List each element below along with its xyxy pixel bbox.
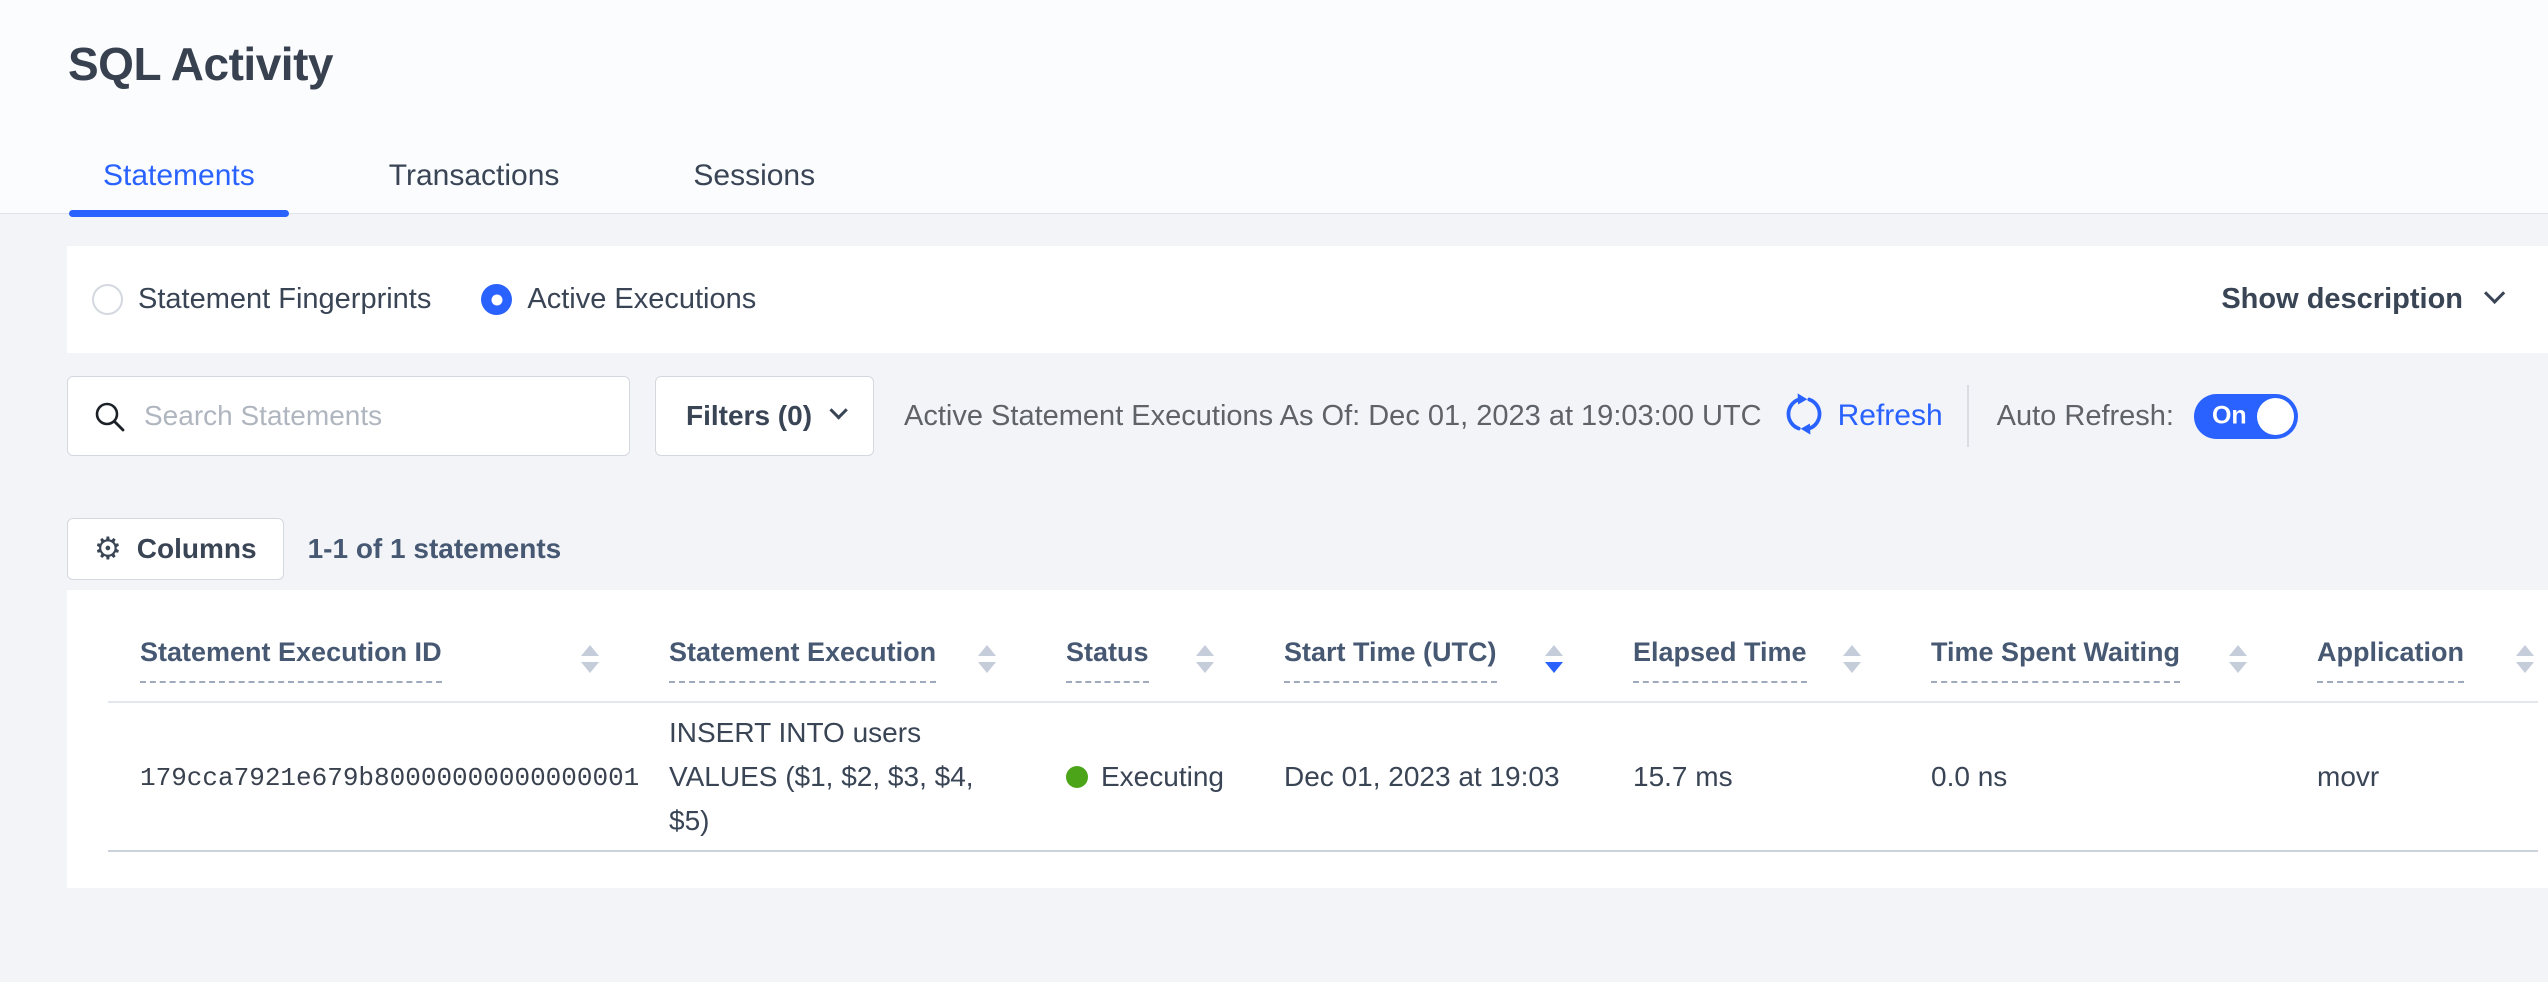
radio-statement-fingerprints[interactable]: Statement Fingerprints bbox=[92, 283, 431, 316]
page-title: SQL Activity bbox=[68, 37, 2548, 91]
columns-label: Columns bbox=[137, 533, 257, 565]
status-label: Executing bbox=[1101, 761, 1224, 793]
cell-start-time: Dec 01, 2023 at 19:03 bbox=[1252, 702, 1601, 851]
radio-label: Statement Fingerprints bbox=[138, 283, 431, 316]
filters-button[interactable]: Filters (0) bbox=[655, 376, 874, 456]
col-header-label[interactable]: Statement Execution bbox=[669, 637, 936, 683]
sort-arrows-icon[interactable] bbox=[2516, 645, 2534, 673]
sort-arrows-icon[interactable] bbox=[2229, 645, 2247, 673]
radio-label: Active Executions bbox=[527, 283, 756, 316]
table-header-row: Statement Execution ID Statement Executi… bbox=[108, 590, 2538, 702]
statement-text: INSERT INTO users VALUES ($1, $2, $3, $4… bbox=[669, 711, 1034, 843]
result-count: 1-1 of 1 statements bbox=[308, 533, 562, 565]
search-box bbox=[67, 376, 630, 456]
vertical-divider bbox=[1967, 385, 1969, 447]
refresh-button[interactable]: Refresh bbox=[1782, 392, 1943, 441]
sort-arrows-icon[interactable] bbox=[1196, 645, 1214, 673]
auto-refresh-toggle[interactable]: On bbox=[2194, 394, 2298, 439]
cell-statement: INSERT INTO users VALUES ($1, $2, $3, $4… bbox=[637, 702, 1034, 851]
cell-time-spent-waiting: 0.0 ns bbox=[1899, 702, 2285, 851]
tab-bar: Statements Transactions Sessions bbox=[69, 159, 2548, 213]
col-header-label[interactable]: Time Spent Waiting bbox=[1931, 637, 2180, 683]
col-header-elapsed-time: Elapsed Time bbox=[1601, 590, 1899, 702]
toggle-state-label: On bbox=[2212, 402, 2247, 431]
col-header-label[interactable]: Application bbox=[2317, 637, 2464, 683]
col-header-label[interactable]: Start Time (UTC) bbox=[1284, 637, 1497, 683]
table-row: 179cca7921e679b80000000000000001 INSERT … bbox=[108, 702, 2538, 851]
view-mode-panel: Statement Fingerprints Active Executions… bbox=[67, 246, 2548, 353]
cell-execution-id: 179cca7921e679b80000000000000001 bbox=[108, 702, 637, 851]
radio-circle-icon bbox=[92, 284, 123, 315]
sort-arrows-icon[interactable] bbox=[978, 645, 996, 673]
controls-row: Filters (0) Active Statement Executions … bbox=[67, 376, 2548, 456]
sort-arrows-icon[interactable] bbox=[581, 645, 599, 673]
columns-button[interactable]: ⚙ Columns bbox=[67, 518, 284, 580]
show-description-label: Show description bbox=[2221, 283, 2463, 316]
chevron-down-icon bbox=[829, 401, 847, 419]
col-header-label[interactable]: Status bbox=[1066, 637, 1149, 683]
radio-circle-icon bbox=[481, 284, 512, 315]
col-header-label[interactable]: Elapsed Time bbox=[1633, 637, 1807, 683]
filters-label: Filters (0) bbox=[686, 400, 812, 432]
chevron-down-icon bbox=[2484, 283, 2505, 304]
col-header-time-spent-waiting: Time Spent Waiting bbox=[1899, 590, 2285, 702]
sort-arrows-icon[interactable] bbox=[1545, 645, 1563, 673]
show-description-toggle[interactable]: Show description bbox=[2221, 283, 2500, 316]
col-header-start-time: Start Time (UTC) bbox=[1252, 590, 1601, 702]
search-icon bbox=[93, 400, 127, 439]
tab-transactions[interactable]: Transactions bbox=[355, 159, 594, 213]
cell-application: movr bbox=[2285, 702, 2538, 851]
col-header-label[interactable]: Statement Execution ID bbox=[140, 637, 442, 683]
status-dot-icon bbox=[1066, 766, 1088, 788]
statements-table-panel: Statement Execution ID Statement Executi… bbox=[67, 590, 2548, 888]
auto-refresh-label: Auto Refresh: bbox=[1997, 400, 2174, 433]
col-header-statement-execution-id: Statement Execution ID bbox=[108, 590, 637, 702]
toggle-knob bbox=[2257, 398, 2294, 435]
sort-arrows-icon[interactable] bbox=[1843, 645, 1861, 673]
as-of-status-text: Active Statement Executions As Of: Dec 0… bbox=[904, 400, 1762, 433]
refresh-label: Refresh bbox=[1838, 399, 1943, 433]
tab-sessions[interactable]: Sessions bbox=[659, 159, 849, 213]
refresh-icon bbox=[1782, 392, 1826, 441]
col-header-status: Status bbox=[1034, 590, 1252, 702]
tab-statements[interactable]: Statements bbox=[69, 159, 289, 213]
radio-active-executions[interactable]: Active Executions bbox=[481, 283, 756, 316]
cell-status: Executing bbox=[1034, 702, 1252, 851]
columns-toolbar: ⚙ Columns 1-1 of 1 statements bbox=[67, 518, 2548, 580]
search-input[interactable] bbox=[67, 376, 630, 456]
col-header-statement-execution: Statement Execution bbox=[637, 590, 1034, 702]
col-header-application: Application bbox=[2285, 590, 2538, 702]
statements-table: Statement Execution ID Statement Executi… bbox=[108, 590, 2538, 852]
cell-elapsed-time: 15.7 ms bbox=[1601, 702, 1899, 851]
execution-id-link[interactable]: 179cca7921e679b80000000000000001 bbox=[140, 763, 639, 793]
page-header: SQL Activity Statements Transactions Ses… bbox=[0, 0, 2548, 214]
gear-icon: ⚙ bbox=[94, 531, 122, 567]
